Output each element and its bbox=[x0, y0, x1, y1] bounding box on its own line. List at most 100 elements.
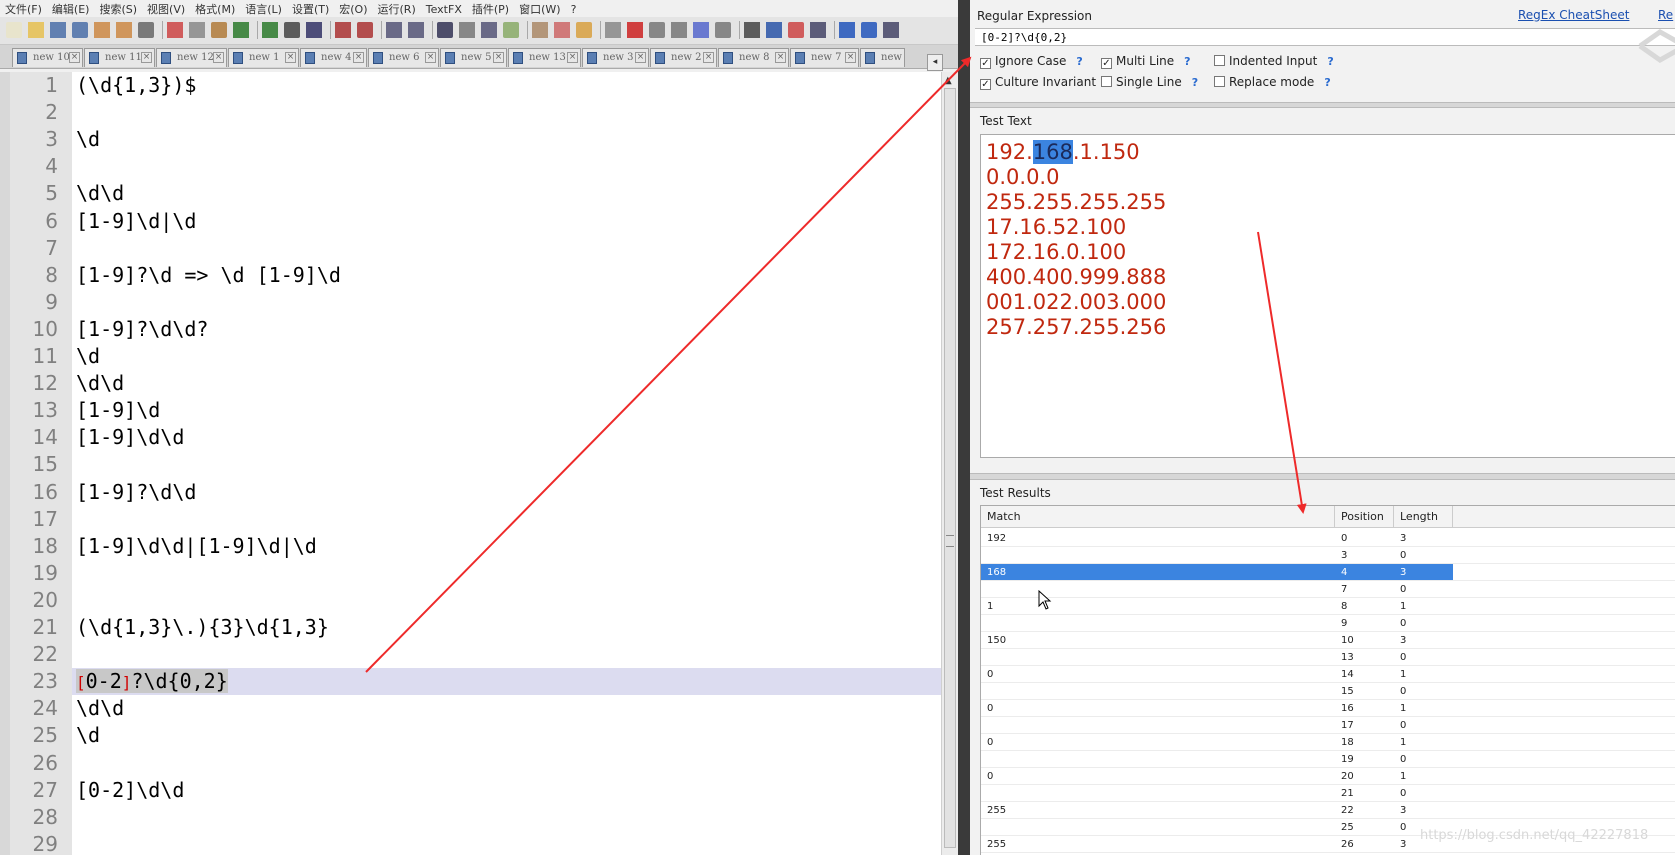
table-row[interactable]: 19 0 bbox=[981, 751, 1675, 768]
menu-item[interactable]: TextFX bbox=[421, 2, 467, 16]
sync-v-icon[interactable] bbox=[386, 22, 402, 38]
save-all-icon[interactable] bbox=[72, 22, 88, 38]
document-tab[interactable]: new 12 × bbox=[156, 48, 227, 67]
menu-item[interactable]: 格式(M) bbox=[190, 0, 240, 17]
open-file-icon[interactable] bbox=[28, 22, 44, 38]
table-row[interactable]: 0 14 1 bbox=[981, 666, 1675, 683]
paste-icon[interactable] bbox=[211, 22, 227, 38]
tab-scroll-left-icon[interactable]: ◂ bbox=[927, 54, 943, 71]
copy-icon[interactable] bbox=[189, 22, 205, 38]
menu-item[interactable]: 搜索(S) bbox=[94, 0, 142, 17]
print-icon[interactable] bbox=[138, 22, 154, 38]
table-row[interactable]: 70 bbox=[981, 581, 1675, 598]
code-line[interactable]: \d bbox=[76, 343, 100, 370]
test-text-line[interactable]: 17.16.52.100 bbox=[986, 215, 1126, 240]
scroll-up-icon[interactable]: ▲ bbox=[944, 75, 952, 86]
code-line[interactable]: [1-9]\d|\d bbox=[76, 208, 196, 235]
folder-icon[interactable] bbox=[576, 22, 592, 38]
code-line[interactable]: \d\d bbox=[76, 695, 124, 722]
document-tab[interactable]: new 10 × bbox=[12, 48, 83, 67]
table-row[interactable]: 13 0 bbox=[981, 649, 1675, 666]
zoom-out-icon[interactable] bbox=[357, 22, 373, 38]
document-tab[interactable]: new 3 × bbox=[582, 48, 649, 67]
cut-icon[interactable] bbox=[167, 22, 183, 38]
option-replace-mode[interactable]: Replace mode? bbox=[1214, 75, 1331, 89]
column-header-match[interactable]: Match bbox=[981, 506, 1335, 528]
column-header-position[interactable]: Position bbox=[1335, 506, 1394, 528]
expand-chevron-icon[interactable] bbox=[1638, 28, 1675, 78]
all-chars-icon[interactable] bbox=[459, 22, 475, 38]
wrap-icon[interactable] bbox=[437, 22, 453, 38]
menu-item[interactable]: 设置(T) bbox=[287, 0, 334, 17]
tab-close-icon[interactable]: × bbox=[141, 52, 152, 63]
table-row[interactable]: 21 0 bbox=[981, 785, 1675, 802]
document-tab[interactable]: new 8 × bbox=[718, 48, 789, 67]
option-ignore-case[interactable]: ✓ Ignore Case? bbox=[980, 54, 1083, 69]
menu-item[interactable]: 语言(L) bbox=[240, 0, 287, 17]
tab-close-icon[interactable]: × bbox=[703, 52, 714, 63]
test-text-line[interactable]: 001.022.003.000 bbox=[986, 290, 1166, 315]
run-macro-icon[interactable] bbox=[693, 22, 709, 38]
tab-close-icon[interactable]: × bbox=[775, 52, 786, 63]
tab-close-icon[interactable]: × bbox=[493, 52, 504, 63]
menu-item[interactable]: 宏(O) bbox=[334, 0, 372, 17]
help-icon[interactable]: ? bbox=[1184, 55, 1190, 68]
redo-icon[interactable] bbox=[262, 22, 278, 38]
plugin-c-icon[interactable] bbox=[788, 22, 804, 38]
checkbox[interactable]: ✓ bbox=[980, 58, 991, 69]
save-macro-icon[interactable] bbox=[715, 22, 731, 38]
column-header-length[interactable]: Length bbox=[1394, 506, 1453, 528]
table-row[interactable]: 0 20 1 bbox=[981, 768, 1675, 785]
table-row[interactable]: 168 4 3 bbox=[981, 564, 1675, 581]
test-text-line[interactable]: 172.16.0.100 bbox=[986, 240, 1126, 265]
tab-close-icon[interactable]: × bbox=[285, 52, 296, 63]
document-tab[interactable]: new 1 × bbox=[228, 48, 299, 67]
close-all-icon[interactable] bbox=[116, 22, 132, 38]
checkbox[interactable]: ✓ bbox=[980, 79, 991, 90]
tab-close-icon[interactable]: × bbox=[635, 52, 646, 63]
udl-icon[interactable] bbox=[503, 22, 519, 38]
code-line[interactable]: \d bbox=[76, 126, 100, 153]
sync-h-icon[interactable] bbox=[408, 22, 424, 38]
undo-icon[interactable] bbox=[233, 22, 249, 38]
checkbox[interactable] bbox=[1101, 76, 1112, 87]
menu-item[interactable]: 文件(F) bbox=[0, 0, 47, 17]
table-row[interactable]: 90 bbox=[981, 615, 1675, 632]
new-file-icon[interactable] bbox=[6, 22, 22, 38]
record-macro-icon[interactable] bbox=[627, 22, 643, 38]
indent-guide-icon[interactable] bbox=[481, 22, 497, 38]
play-macro-icon[interactable] bbox=[671, 22, 687, 38]
monitor-icon[interactable] bbox=[605, 22, 621, 38]
document-tab[interactable]: new bbox=[860, 48, 905, 67]
table-row[interactable]: 150 10 3 bbox=[981, 632, 1675, 649]
checkbox[interactable] bbox=[1214, 76, 1225, 87]
save-icon[interactable] bbox=[50, 22, 66, 38]
code-line[interactable]: [1-9]\d\d bbox=[76, 424, 184, 451]
document-tab[interactable]: new 5 × bbox=[440, 48, 507, 67]
tab-close-icon[interactable]: × bbox=[425, 52, 436, 63]
splitter-top[interactable] bbox=[970, 102, 1675, 108]
option-single-line[interactable]: Single Line? bbox=[1101, 75, 1198, 89]
plugin-a-icon[interactable] bbox=[744, 22, 760, 38]
help-icon[interactable]: ? bbox=[1324, 76, 1330, 89]
menu-item[interactable]: 运行(R) bbox=[373, 0, 421, 17]
document-tab[interactable]: new 6 × bbox=[368, 48, 439, 67]
table-row[interactable]: 17 0 bbox=[981, 717, 1675, 734]
menu-item[interactable]: ? bbox=[566, 2, 582, 16]
code-line[interactable]: [0-2]?\d{0,2} bbox=[76, 668, 228, 696]
replace-icon[interactable] bbox=[306, 22, 322, 38]
doc-map-icon[interactable] bbox=[532, 22, 548, 38]
test-text-line[interactable]: 257.257.255.256 bbox=[986, 315, 1166, 340]
code-line[interactable]: (\d{1,3}\.){3}\d{1,3} bbox=[76, 614, 329, 641]
tab-close-icon[interactable]: × bbox=[69, 52, 80, 63]
document-tab[interactable]: new 7 × bbox=[790, 48, 859, 67]
code-line[interactable]: [0-2]\d\d bbox=[76, 777, 184, 804]
menu-item[interactable]: 视图(V) bbox=[142, 0, 190, 17]
tab-close-icon[interactable]: × bbox=[213, 52, 224, 63]
test-text-line[interactable]: 400.400.999.888 bbox=[986, 265, 1166, 290]
code-line[interactable]: (\d{1,3})$ bbox=[76, 72, 196, 99]
vertical-scrollbar[interactable]: ▲ bbox=[941, 72, 958, 855]
test-text-line[interactable]: 255.255.255.255 bbox=[986, 190, 1166, 215]
code-line[interactable]: [1-9]?\d => \d [1-9]\d bbox=[76, 262, 341, 289]
down-icon[interactable] bbox=[861, 22, 877, 38]
